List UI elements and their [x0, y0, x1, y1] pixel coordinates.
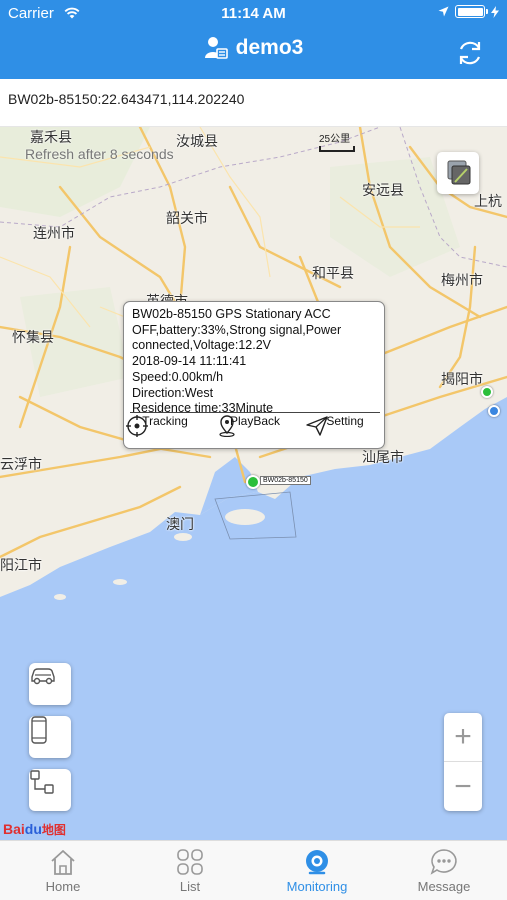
battery-icon [455, 5, 488, 18]
city-label: 阳江市 [0, 557, 42, 573]
city-label: 澳门 [166, 516, 194, 532]
app-root: Carrier 11:14 AM demo3 BW02b-85150:22.64… [0, 0, 507, 900]
setting-label: Setting [326, 414, 364, 428]
tracking-button[interactable]: Tracking [125, 414, 205, 437]
location-arrow-icon [438, 6, 449, 17]
tab-label: Monitoring [286, 879, 348, 894]
tab-bar: Home List Monitoring Message [0, 840, 507, 900]
map-layer-button[interactable] [437, 152, 479, 194]
baidu-map-logo: Baidu地图 [3, 821, 66, 837]
city-label: 揭阳市 [441, 371, 483, 387]
top-bar: Carrier 11:14 AM demo3 [0, 0, 507, 79]
scale-label: 25公里 [319, 134, 351, 145]
vehicle-marker[interactable] [481, 386, 493, 398]
send-icon [306, 416, 328, 436]
popup-divider [130, 412, 380, 413]
city-label: 汝城县 [176, 133, 218, 149]
city-label: 怀集县 [12, 329, 54, 345]
user-card-icon [204, 37, 228, 59]
location-pin-icon [219, 415, 235, 437]
phone-icon [31, 716, 47, 744]
playback-button[interactable]: PlayBack [215, 414, 295, 437]
info-line: OFF,battery:33%,Strong signal,Power [132, 322, 342, 337]
zoom-in-button[interactable]: + [444, 713, 482, 762]
grid-icon [177, 849, 203, 875]
car-view-button[interactable] [29, 663, 71, 705]
device-coordinates: BW02b-85150:22.643471,114.202240 [8, 91, 245, 107]
tab-label: Message [417, 879, 471, 894]
city-label: 韶关市 [166, 210, 208, 226]
monitoring-icon [306, 850, 328, 875]
status-right [438, 5, 499, 18]
tab-list[interactable]: List [127, 841, 253, 900]
status-time: 11:14 AM [221, 5, 286, 22]
info-line: connected,Voltage:12.2V [132, 338, 272, 353]
city-label: 汕尾市 [362, 449, 404, 465]
city-label: 和平县 [312, 265, 354, 281]
phone-location-button[interactable] [29, 716, 71, 758]
refresh-note: Refresh after 8 seconds [25, 146, 174, 162]
info-line: Direction:West [132, 385, 214, 400]
tab-home[interactable]: Home [0, 841, 126, 900]
layers-icon [447, 160, 471, 185]
city-label: 梅州市 [441, 272, 483, 288]
route-icon [30, 770, 54, 794]
device-info-text: BW02b-85150 GPS Stationary ACC OFF,batte… [132, 307, 378, 417]
status-bar: Carrier 11:14 AM [0, 0, 507, 28]
zoom-out-button[interactable]: − [444, 762, 482, 811]
route-button[interactable] [29, 769, 71, 811]
coordinate-bar: BW02b-85150:22.643471,114.202240 [0, 79, 507, 127]
vehicle-marker[interactable] [488, 405, 500, 417]
setting-button[interactable]: Setting [305, 414, 385, 436]
info-line: Speed:0.00km/h [132, 369, 224, 384]
map-scale: 25公里 [319, 130, 355, 152]
nav-title-group: demo3 [0, 36, 507, 60]
zoom-control: + − [444, 713, 482, 811]
device-info-popup: BW02b-85150 GPS Stationary ACC OFF,batte… [123, 301, 385, 449]
city-label: 云浮市 [0, 456, 42, 472]
city-label: 连州市 [33, 225, 75, 241]
marker-label: BW02b-85150 [260, 476, 311, 485]
city-label: 上杭 [474, 193, 502, 209]
refresh-icon[interactable] [455, 38, 485, 68]
tab-monitoring[interactable]: Monitoring [254, 841, 380, 900]
info-line: 2018-09-14 11:11:41 [132, 354, 247, 369]
tab-label: List [179, 879, 201, 894]
info-line: BW02b-85150 GPS Stationary ACC [132, 307, 331, 321]
target-icon [126, 415, 148, 437]
city-label: 嘉禾县 [30, 129, 72, 145]
tab-message[interactable]: Message [381, 841, 507, 900]
city-label: 安远县 [362, 182, 404, 198]
chat-icon [430, 849, 457, 875]
charging-icon [491, 5, 499, 18]
home-icon [51, 850, 75, 875]
tab-label: Home [45, 879, 81, 894]
map-view[interactable]: Refresh after 8 seconds 25公里 嘉禾县 汝城县 安远县… [0, 127, 507, 840]
car-icon [31, 668, 55, 685]
page-title: demo3 [235, 36, 304, 59]
vehicle-pin-icon [246, 475, 260, 489]
tracking-label: Tracking [142, 414, 188, 428]
